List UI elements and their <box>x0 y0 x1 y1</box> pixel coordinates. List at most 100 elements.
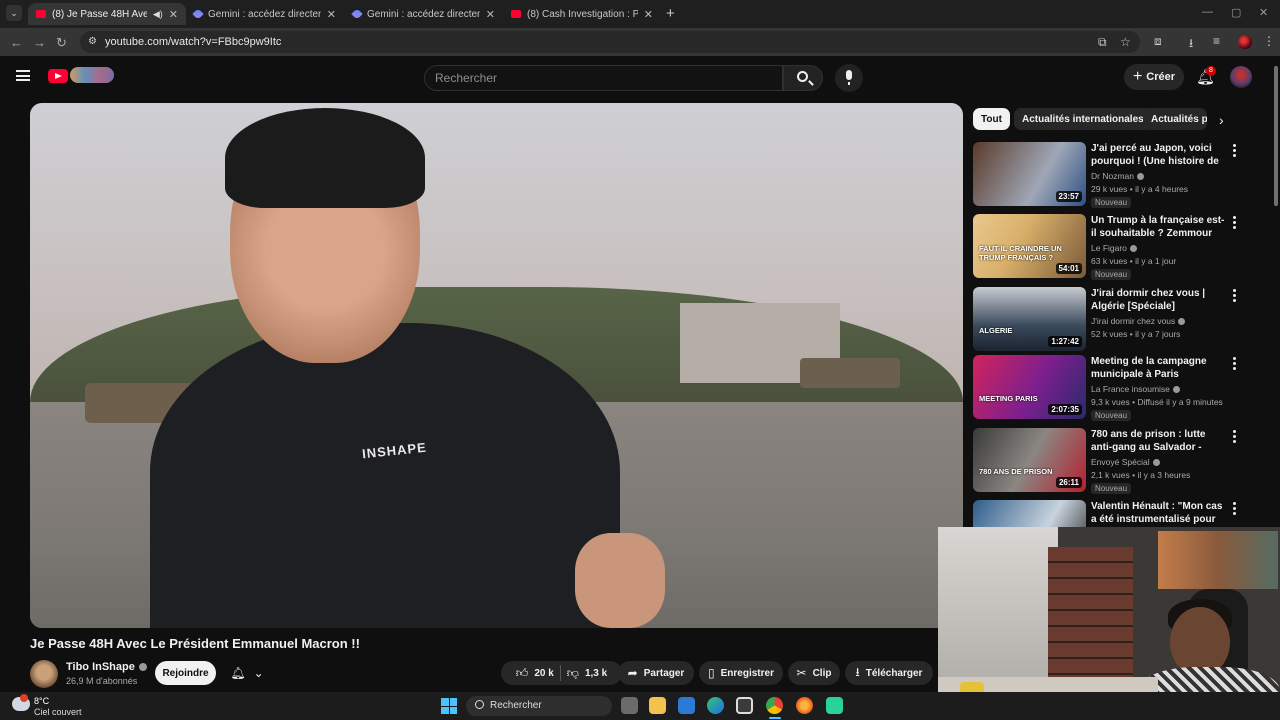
tab-search-icon[interactable]: ⌄ <box>6 5 22 21</box>
more-options-icon[interactable] <box>1233 289 1236 302</box>
taskbar-search[interactable]: Rechercher <box>466 696 612 716</box>
task-view-icon[interactable] <box>621 697 638 714</box>
close-icon[interactable]: ✕ <box>644 8 653 21</box>
recommendation-channel-row[interactable]: Le Figaro <box>1091 243 1137 253</box>
more-vertical-icon[interactable]: ⋮ <box>1263 34 1275 48</box>
plus-icon: + <box>1132 68 1143 85</box>
close-window-icon[interactable]: ✕ <box>1259 6 1268 19</box>
video-thumbnail[interactable]: 780 ANS DE PRISON 26:11 <box>973 428 1086 492</box>
tab-title: Gemini : accédez directement à <box>208 8 321 20</box>
video-thumbnail[interactable]: 23:57 <box>973 142 1086 206</box>
channel-name-row[interactable]: Tibo InShape <box>66 661 147 673</box>
store-icon[interactable] <box>678 697 695 714</box>
recommendation-card[interactable]: FAUT-IL CRAINDRE UN TRUMP FRANÇAIS ? 54:0… <box>973 214 1243 280</box>
recommendation-card[interactable]: MEETING PARIS 2:07:35 Meeting de la campag… <box>973 355 1243 421</box>
recommendation-title[interactable]: 780 ans de prison : lutte anti-gang au S… <box>1091 428 1229 454</box>
more-options-icon[interactable] <box>1233 357 1236 370</box>
close-icon[interactable]: ✕ <box>169 8 178 21</box>
browser-tab[interactable]: (8) Je Passe 48H Avec Le Pré ◀) ✕ <box>28 3 186 25</box>
video-thumbnail[interactable]: FAUT-IL CRAINDRE UN TRUMP FRANÇAIS ? 54:0… <box>973 214 1086 278</box>
new-badge: Nouveau <box>1091 269 1132 280</box>
recommendation-channel[interactable]: Dr Nozman <box>1091 171 1134 181</box>
create-button[interactable]: + Créer <box>1124 64 1184 90</box>
browser-tab[interactable]: Gemini : accédez directement à ✕ <box>186 3 344 25</box>
site-settings-icon[interactable]: ⚙ <box>88 36 97 47</box>
recommendation-channel-row[interactable]: J'irai dormir chez vous <box>1091 316 1186 326</box>
bookmark-star-icon[interactable]: ☆ <box>1120 35 1131 49</box>
more-options-icon[interactable] <box>1233 502 1236 515</box>
more-options-icon[interactable] <box>1233 430 1236 443</box>
video-player[interactable]: INSHAPE <box>30 103 963 628</box>
install-app-icon[interactable]: ⧉ <box>1098 35 1107 50</box>
recommendation-channel-row[interactable]: La France insoumise <box>1091 384 1180 394</box>
recommendation-channel-row[interactable]: Envoyé Spécial <box>1091 457 1160 467</box>
edge-browser-icon[interactable] <box>707 697 724 714</box>
forward-arrow-icon[interactable]: → <box>33 35 46 50</box>
thumbs-up-icon: 👍︎ <box>515 665 529 680</box>
recommendation-card[interactable]: 23:57 J'ai percé au Japon, voici pourquoi… <box>973 142 1243 208</box>
file-explorer-icon[interactable] <box>649 697 666 714</box>
dislike-button[interactable]: 👎︎ 1,3 k <box>567 666 607 681</box>
save-button[interactable]: ▯ Enregistrer <box>699 661 783 685</box>
windows-start-icon[interactable] <box>441 698 457 714</box>
recommendation-channel[interactable]: Le Figaro <box>1091 243 1127 253</box>
tab-title: (8) Je Passe 48H Avec Le Pré <box>52 8 147 20</box>
recommendation-card[interactable]: ALGERIE 1:27:42 J'irai dormir chez vous | … <box>973 287 1243 353</box>
more-options-icon[interactable] <box>1233 216 1236 229</box>
firefox-browser-icon[interactable] <box>796 697 813 714</box>
recommendation-title[interactable]: J'irai dormir chez vous | Algérie [Spéci… <box>1091 287 1229 313</box>
download-button[interactable]: ⭳ Télécharger <box>845 661 933 685</box>
like-button[interactable]: 👍︎ 20 k <box>516 666 554 681</box>
thumbnail-caption: FAUT-IL CRAINDRE UN TRUMP FRANÇAIS ? <box>979 244 1062 262</box>
recommendation-title[interactable]: Valentin Hénault : "Mon cas a été instru… <box>1091 500 1229 526</box>
close-icon[interactable]: ✕ <box>327 8 336 21</box>
recommendation-channel[interactable]: J'irai dormir chez vous <box>1091 316 1175 326</box>
more-options-icon[interactable] <box>1233 144 1236 157</box>
clip-button[interactable]: ✂ Clip <box>788 661 840 685</box>
recommendation-title[interactable]: Meeting de la campagne municipale à Pari… <box>1091 355 1229 381</box>
youtube-doodle-logo[interactable] <box>70 67 114 83</box>
chrome-browser-icon[interactable] <box>766 697 783 714</box>
youtube-logo-icon[interactable] <box>48 69 68 83</box>
page-scrollbar[interactable] <box>1274 66 1278 206</box>
chip-political-news[interactable]: Actualités po <box>1143 108 1207 130</box>
voice-search-button[interactable] <box>835 64 863 92</box>
video-frame-armored-vehicle <box>800 358 900 388</box>
address-bar[interactable]: ⚙ youtube.com/watch?v=FBbc9pw9Itc ⧉ ☆ <box>80 31 1140 53</box>
streaming-app-icon[interactable] <box>826 697 843 714</box>
account-avatar[interactable] <box>1230 66 1252 88</box>
new-tab-plus-icon[interactable]: + <box>666 5 675 22</box>
profile-avatar[interactable] <box>1238 35 1252 49</box>
ms-store-bag-icon[interactable] <box>736 697 753 714</box>
reload-icon[interactable]: ↻ <box>56 35 67 51</box>
join-button[interactable]: Rejoindre <box>155 661 216 685</box>
extensions-icon[interactable]: ⧈ <box>1154 34 1162 49</box>
recommendation-channel[interactable]: Envoyé Spécial <box>1091 457 1150 467</box>
recommendation-title[interactable]: Un Trump à la française est-il souhaitab… <box>1091 214 1229 240</box>
minimize-icon[interactable]: — <box>1202 6 1213 18</box>
recommendation-title[interactable]: J'ai percé au Japon, voici pourquoi ! (U… <box>1091 142 1229 168</box>
menu-icon[interactable] <box>16 70 30 81</box>
recommendation-card[interactable]: 780 ANS DE PRISON 26:11 780 ans de prison … <box>973 428 1243 494</box>
restore-icon[interactable]: ▢ <box>1231 6 1241 19</box>
video-thumbnail[interactable]: ALGERIE 1:27:42 <box>973 287 1086 351</box>
subscription-bell-button[interactable]: 🔔︎ ⌄ <box>224 661 270 685</box>
chevron-right-icon[interactable]: › <box>1219 112 1224 128</box>
back-arrow-icon[interactable]: ← <box>10 35 23 50</box>
chip-international-news[interactable]: Actualités internationales <box>1014 108 1152 130</box>
reading-list-icon[interactable]: ≡ <box>1213 34 1220 48</box>
channel-name[interactable]: Tibo InShape <box>66 661 135 673</box>
search-button[interactable] <box>783 65 823 91</box>
speaker-icon[interactable]: ◀) <box>153 9 163 20</box>
close-icon[interactable]: ✕ <box>486 8 495 21</box>
channel-avatar[interactable] <box>30 660 58 688</box>
recommendation-channel[interactable]: La France insoumise <box>1091 384 1170 394</box>
browser-tab[interactable]: Gemini : accédez directement à ✕ <box>345 3 503 25</box>
share-button[interactable]: ➦ Partager <box>618 661 694 685</box>
chip-all[interactable]: Tout <box>973 108 1010 130</box>
recommendation-channel-row[interactable]: Dr Nozman <box>1091 171 1144 181</box>
browser-tab[interactable]: (8) Cash Investigation : Périscol ✕ <box>503 3 661 25</box>
video-thumbnail[interactable]: MEETING PARIS 2:07:35 <box>973 355 1086 419</box>
search-input[interactable] <box>435 71 765 85</box>
download-icon[interactable]: ⭳ <box>1189 34 1193 55</box>
